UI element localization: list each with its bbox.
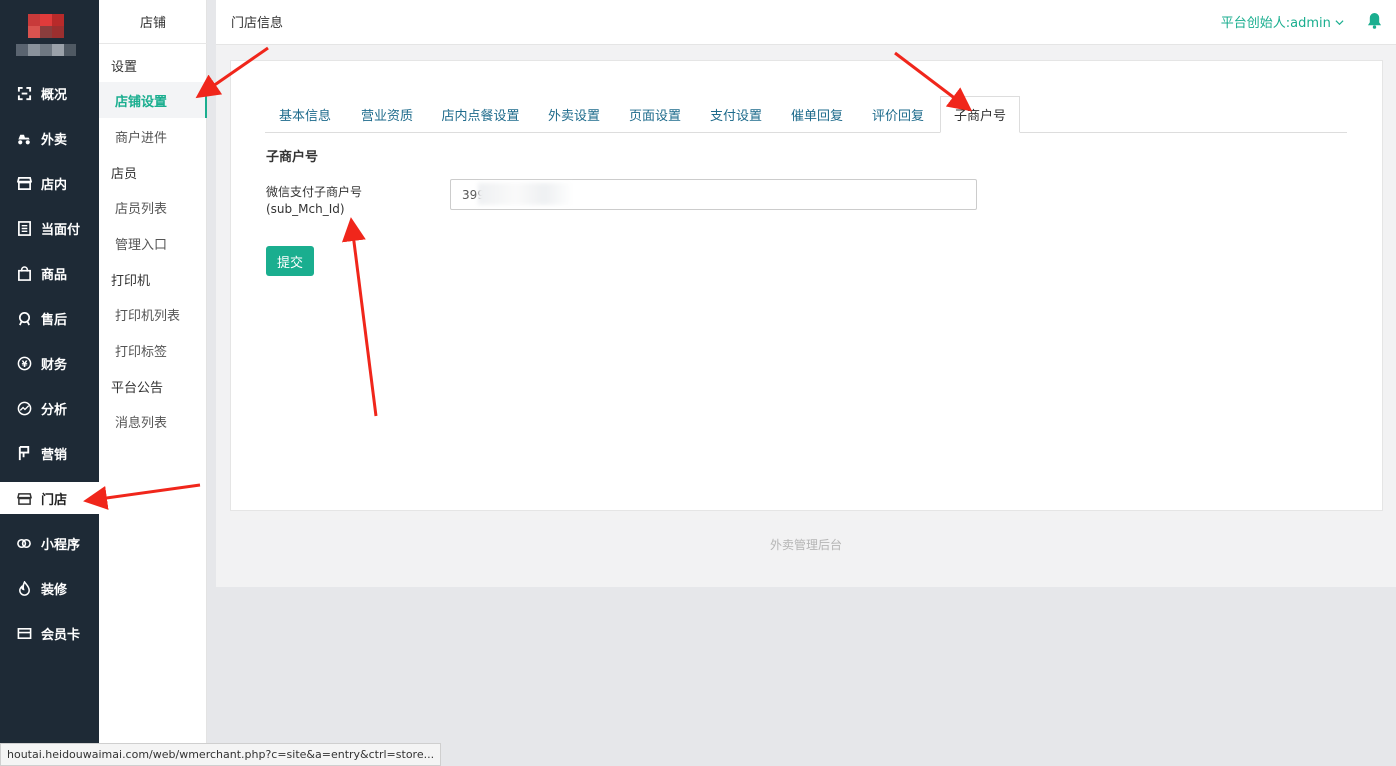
sub-link-admin-entry[interactable]: 管理入口 — [99, 225, 207, 261]
nav-item-goods[interactable]: 商品 — [0, 257, 99, 289]
nav-item-member-card[interactable]: 会员卡 — [0, 617, 99, 649]
nav-item-aftersale[interactable]: 售后 — [0, 302, 99, 334]
aftersale-icon — [16, 310, 32, 326]
footer-text: 外卖管理后台 — [769, 538, 842, 552]
sub-group-printer: 打印机 — [111, 274, 151, 289]
sub-link-printer-list[interactable]: 打印机列表 — [99, 296, 207, 332]
sub-group-staff: 店员 — [111, 167, 138, 182]
chevron-down-icon — [1335, 16, 1344, 31]
marketing-icon — [16, 445, 32, 461]
svg-text:¥: ¥ — [21, 358, 27, 368]
miniprogram-icon — [16, 535, 32, 551]
tab-basic-info[interactable]: 基本信息 — [265, 96, 345, 133]
nav-label: 店内 — [41, 177, 68, 193]
sub-link-store-settings[interactable]: 店铺设置 — [99, 82, 207, 118]
logo — [0, 0, 99, 70]
nav-label: 概况 — [41, 87, 68, 103]
pay-icon — [16, 220, 32, 236]
tab-business-license[interactable]: 营业资质 — [348, 96, 426, 133]
bell-icon[interactable] — [1367, 12, 1382, 33]
sub-mch-id-label: 微信支付子商户号 (sub_Mch_Id) — [266, 184, 362, 218]
decorate-icon — [16, 580, 32, 596]
section-title: 子商户号 — [266, 150, 319, 165]
label-line: 微信支付子商户号 — [266, 185, 363, 199]
analysis-icon — [16, 400, 32, 416]
nav-item-overview[interactable]: 概况 — [0, 77, 99, 109]
nav-item-miniprogram[interactable]: 小程序 — [0, 527, 99, 559]
tab-delivery-settings[interactable]: 外卖设置 — [535, 96, 613, 133]
user-menu[interactable]: 平台创始人:admin — [1221, 12, 1344, 31]
sub-link-staff-list[interactable]: 店员列表 — [99, 189, 207, 225]
label-line: (sub_Mch_Id) — [266, 202, 345, 216]
sub-group-notice: 平台公告 — [111, 381, 164, 396]
nav-item-decorate[interactable]: 装修 — [0, 572, 99, 604]
sub-sidebar: 店铺 设置 店铺设置 商户进件 店员 店员列表 管理入口 打印机 打印机列表 打… — [99, 0, 207, 766]
nav-label: 售后 — [41, 312, 68, 328]
page-title: 门店信息 — [231, 16, 284, 31]
nav-label: 外卖 — [41, 132, 68, 148]
delivery-icon — [16, 130, 32, 146]
nav-label: 分析 — [41, 402, 68, 418]
tab-reminder-reply[interactable]: 催单回复 — [778, 96, 856, 133]
nav-item-store[interactable]: 店内 — [0, 167, 99, 199]
tab-dine-in-settings[interactable]: 店内点餐设置 — [429, 96, 532, 133]
tab-payment-settings[interactable]: 支付设置 — [697, 96, 775, 133]
shop-icon — [16, 490, 32, 506]
overview-icon — [16, 85, 32, 101]
sub-link-merchant-apply[interactable]: 商户进件 — [99, 118, 207, 154]
redacted-region — [478, 183, 573, 205]
top-bar: 门店信息 平台创始人:admin — [216, 0, 1396, 45]
sub-link-print-label[interactable]: 打印标签 — [99, 332, 207, 368]
settings-tabs: 基本信息 营业资质 店内点餐设置 外卖设置 页面设置 支付设置 催单回复 评价回… — [265, 96, 1347, 133]
main-nav: 概况 外卖 店内 当面付 商品 售后 ¥ 财务 分析 营销 门店 小程序 装修 … — [0, 0, 99, 766]
store-icon — [16, 175, 32, 191]
nav-label: 门店 — [41, 492, 68, 508]
browser-status-bar: houtai.heidouwaimai.com/web/wmerchant.ph… — [0, 743, 442, 766]
nav-label: 财务 — [41, 357, 68, 373]
nav-label: 会员卡 — [41, 627, 81, 643]
tab-page-settings[interactable]: 页面设置 — [616, 96, 694, 133]
goods-icon — [16, 265, 32, 281]
finance-icon: ¥ — [16, 355, 32, 371]
nav-label: 装修 — [41, 582, 68, 598]
nav-label: 当面付 — [41, 222, 81, 238]
nav-label: 小程序 — [41, 537, 81, 553]
nav-label: 营销 — [41, 447, 68, 463]
submit-button[interactable]: 提交 — [266, 246, 314, 276]
nav-item-shop[interactable]: 门店 — [0, 482, 99, 514]
sub-group-settings: 设置 — [111, 60, 138, 75]
sub-link-message-list[interactable]: 消息列表 — [99, 403, 207, 439]
nav-item-marketing[interactable]: 营销 — [0, 437, 99, 469]
nav-item-analysis[interactable]: 分析 — [0, 392, 99, 424]
tab-review-reply[interactable]: 评价回复 — [859, 96, 937, 133]
sub-sidebar-title: 店铺 — [99, 0, 207, 44]
nav-item-finance[interactable]: ¥ 财务 — [0, 347, 99, 379]
nav-label: 商品 — [41, 267, 68, 283]
tab-sub-merchant[interactable]: 子商户号 — [940, 96, 1020, 133]
nav-item-pay[interactable]: 当面付 — [0, 212, 99, 244]
user-name: 平台创始人:admin — [1220, 16, 1331, 31]
nav-item-delivery[interactable]: 外卖 — [0, 122, 99, 154]
member-card-icon — [16, 625, 32, 641]
